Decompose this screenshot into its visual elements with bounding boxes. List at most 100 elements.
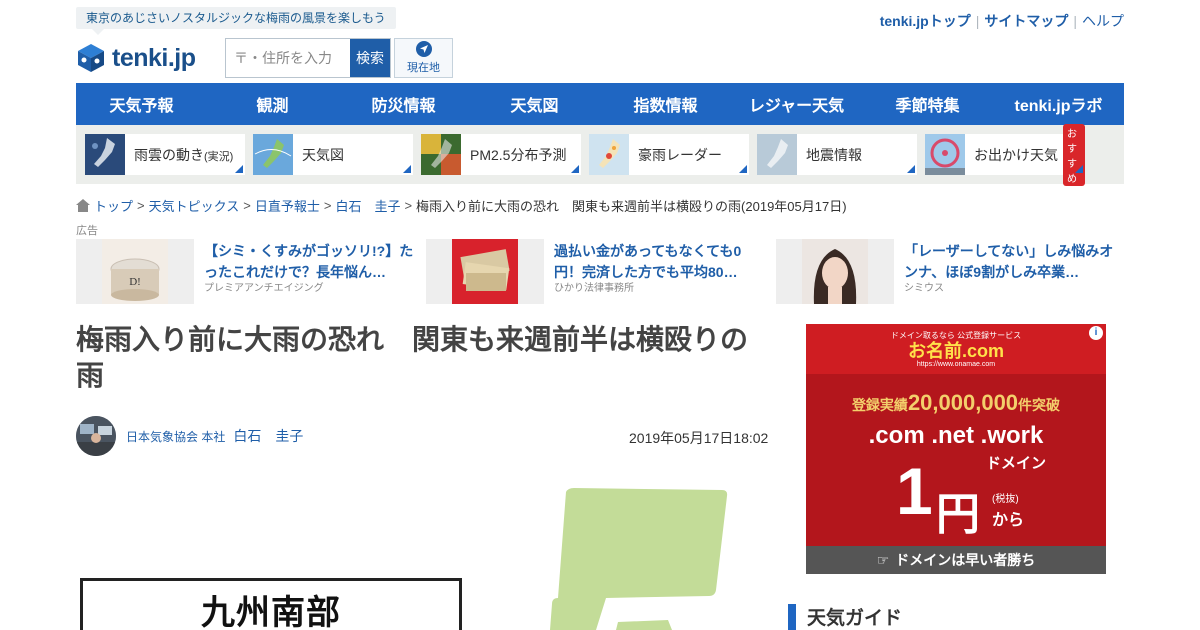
quick-links-bar: 雨雲の動き(実況) 天気図 PM2.5分布予測 豪雨レーダー 地震情報 お出かけ… [76, 123, 1124, 186]
campaign-tagline[interactable]: 東京のあじさいノスタルジックな梅雨の風景を楽しもう [76, 7, 396, 35]
address-search: 検索 [225, 38, 391, 78]
ad-record-suffix: 件突破 [1018, 397, 1061, 413]
corner-arrow-icon [235, 165, 243, 173]
quick-link-label: 地震情報 [806, 146, 862, 163]
ad-slogan-text: ドメインは早い者勝ち [895, 552, 1036, 568]
breadcrumb-current: 梅雨入り前に大雨の恐れ 関東も来週前半は横殴りの雨(2019年05月17日) [416, 199, 847, 214]
nav-item-forecast[interactable]: 天気予報 [76, 83, 207, 125]
quick-link-label: PM2.5分布予測 [470, 146, 567, 163]
logo-text: tenki.jp [112, 43, 196, 72]
nav-item-leisure[interactable]: レジャー天気 [731, 83, 862, 125]
ad-small-text: ドメイン取るなら 公式登録サービス [890, 331, 1022, 340]
quick-link-label: 雨雲の動き [134, 146, 204, 163]
hand-cursor-icon: ☞ [876, 551, 890, 568]
nav-item-disaster[interactable]: 防災情報 [338, 83, 469, 125]
ad-price-number: 1 [896, 454, 933, 528]
svg-text:D!: D! [129, 276, 141, 288]
breadcrumb-item-top[interactable]: トップ [94, 196, 133, 215]
top-link-help[interactable]: ヘルプ [1082, 11, 1124, 31]
top-link-sitemap[interactable]: サイトマップ [984, 11, 1068, 31]
top-link-home[interactable]: tenki.jpトップ [880, 11, 971, 31]
ad-price-unit: 円 [936, 490, 980, 539]
ad-record-number: 20,000,000 [907, 390, 1019, 415]
nav-item-seasonal[interactable]: 季節特集 [862, 83, 993, 125]
current-location-button[interactable]: 現在地 [394, 38, 453, 78]
radar-map-thumbnail [589, 134, 629, 175]
ad-tax-note: (税抜) [992, 494, 1019, 505]
address-search-input[interactable] [226, 39, 350, 77]
nav-item-observation[interactable]: 観測 [207, 83, 338, 125]
author-avatar[interactable] [76, 416, 116, 456]
breadcrumb-separator: > [243, 198, 251, 213]
ad-image-woman-portrait [776, 239, 894, 304]
quick-link-label: 豪雨レーダー [638, 146, 722, 163]
article-map-image: 九州南部 [76, 470, 768, 630]
search-button[interactable]: 検索 [350, 39, 390, 77]
corner-arrow-icon [907, 165, 915, 173]
recommended-badge: おすすめ [1063, 123, 1085, 186]
quick-link-outing[interactable]: お出かけ天気 おすすめ [925, 123, 1085, 186]
corner-arrow-icon [1075, 165, 1083, 173]
corner-arrow-icon [571, 165, 579, 173]
ad-label: 広告 [76, 225, 98, 237]
author-name[interactable]: 白石 圭子 [233, 426, 303, 446]
quick-link-weather-map[interactable]: 天気図 [253, 134, 413, 175]
weather-map-thumbnail [253, 134, 293, 175]
corner-arrow-icon [739, 165, 747, 173]
nav-item-indices[interactable]: 指数情報 [600, 83, 731, 125]
quick-link-label: 天気図 [302, 146, 344, 163]
breadcrumb-item-author[interactable]: 白石 圭子 [335, 196, 400, 215]
ferris-wheel-thumbnail [925, 134, 965, 175]
nav-item-lab[interactable]: tenki.jpラボ [993, 83, 1124, 125]
earthquake-map-thumbnail [757, 134, 797, 175]
ad-title[interactable]: 「レーザーしてない」しみ悩みオンナ、ほぼ9割がしみ卒業… [904, 241, 1117, 283]
quick-link-heavy-rain-radar[interactable]: 豪雨レーダー [589, 134, 749, 175]
quick-link-rain-cloud[interactable]: 雨雲の動き(実況) [85, 134, 245, 175]
ad-title[interactable]: 【シミ・くすみがゴッソリ!?】たったこれだけで？長年悩ん… [204, 241, 417, 283]
ad-source: プレミアアンチエイジング [204, 283, 324, 294]
quick-link-earthquake[interactable]: 地震情報 [757, 134, 917, 175]
ad-record: 登録実績20,000,000件突破 [806, 390, 1106, 416]
article-date: 2019年05月17日18:02 [629, 430, 769, 446]
breadcrumb-separator: > [137, 198, 145, 213]
breadcrumb: トップ > 天気トピックス > 日直予報士 > 白石 圭子 > 梅雨入り前に大雨… [76, 196, 847, 215]
current-location-label: 現在地 [407, 62, 440, 74]
article-title: 梅雨入り前に大雨の恐れ 関東も来週前半は横殴りの雨 [76, 324, 749, 391]
sidebar-ad[interactable]: i ドメイン取るなら 公式登録サービス お名前.com https://www.… [806, 324, 1106, 574]
breadcrumb-item-forecaster[interactable]: 日直予報士 [255, 196, 320, 215]
site-logo[interactable]: tenki.jp [76, 42, 196, 74]
quick-link-pm25[interactable]: PM2.5分布予測 [421, 134, 581, 175]
ad-item[interactable]: 「レーザーしてない」しみ悩みオンナ、ほぼ9割がしみ卒業… シミウス [776, 239, 1117, 304]
breadcrumb-separator: > [323, 198, 332, 213]
ad-title[interactable]: 過払い金があってもなくても0円！完済した方でも平均80… [554, 241, 767, 283]
ad-url: https://www.onamae.com [916, 361, 996, 368]
ad-source: ひかり法律事務所 [554, 283, 634, 294]
ad-source: シミウス [904, 283, 944, 294]
ad-item[interactable]: 過払い金があってもなくても0円！完済した方でも平均80… ひかり法律事務所 [426, 239, 767, 304]
link-divider: | [975, 13, 980, 29]
ad-domain-word: ドメイン [986, 455, 1047, 472]
ad-record-prefix: 登録実績 [851, 397, 908, 413]
ad-image-cream-jar: D! [76, 239, 194, 304]
region-label: 九州南部 [201, 594, 341, 630]
ad-slogan: ☞ ドメインは早い者勝ち [806, 546, 1106, 574]
link-divider: | [1073, 13, 1077, 29]
author-organization[interactable]: 日本気象協会 本社 [126, 428, 225, 445]
quick-link-note: (実況) [204, 150, 234, 163]
ad-tlds: .com .net .work [868, 422, 1044, 449]
quick-link-label: お出かけ天気 [974, 146, 1058, 163]
main-nav: 天気予報 観測 防災情報 天気図 指数情報 レジャー天気 季節特集 tenki.… [76, 83, 1124, 125]
breadcrumb-item-topics[interactable]: 天気トピックス [149, 196, 240, 215]
nav-item-weather-map[interactable]: 天気図 [469, 83, 600, 125]
top-links: tenki.jpトップ | サイトマップ | ヘルプ [880, 11, 1124, 31]
pm25-map-thumbnail [421, 134, 461, 175]
ad-info-icon[interactable]: i [1089, 326, 1103, 340]
author-block: 日本気象協会 本社 白石 圭子 [76, 416, 303, 456]
ad-row: D! 【シミ・くすみがゴッソリ!?】たったこれだけで？長年悩ん… プレミアアンチ… [76, 239, 1117, 304]
ad-from-label: から [992, 512, 1025, 529]
logo-cube-icon [78, 44, 104, 72]
ad-brand: お名前.com [907, 341, 1004, 361]
ad-item[interactable]: D! 【シミ・くすみがゴッソリ!?】たったこれだけで？長年悩ん… プレミアアンチ… [76, 239, 417, 304]
ad-image-banknotes [426, 239, 544, 304]
home-icon [76, 199, 90, 212]
